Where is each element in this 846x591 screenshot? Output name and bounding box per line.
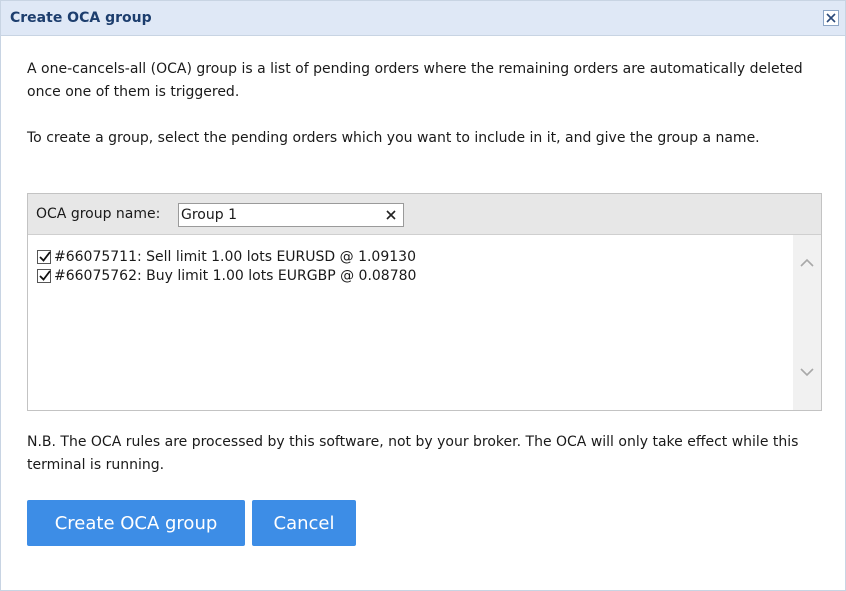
order-label: #66075762: Buy limit 1.00 lots EURGBP @ … — [54, 268, 417, 284]
list-scrollbar[interactable] — [793, 235, 821, 410]
chevron-down-icon[interactable] — [800, 367, 814, 377]
close-button[interactable] — [823, 10, 839, 26]
clear-icon[interactable] — [385, 209, 397, 221]
broker-note: N.B. The OCA rules are processed by this… — [27, 434, 799, 473]
order-label: #66075711: Sell limit 1.00 lots EURUSD @… — [54, 249, 416, 265]
create-oca-group-button[interactable]: Create OCA group — [27, 500, 245, 546]
checkmark-icon — [39, 251, 51, 262]
cancel-button[interactable]: Cancel — [252, 500, 356, 546]
dialog-titlebar: Create OCA group — [1, 1, 845, 36]
order-selection-panel: OCA group name: #66075711: Sell limit 1.… — [27, 193, 822, 411]
close-icon — [826, 13, 836, 23]
intro-text-1: A one-cancels-all (OCA) group is a list … — [27, 61, 803, 100]
create-oca-dialog: Create OCA group A one-cancels-all (OCA)… — [0, 0, 846, 591]
order-checkbox[interactable] — [37, 269, 51, 283]
panel-header: OCA group name: — [28, 194, 821, 235]
intro-text-2: To create a group, select the pending or… — [27, 130, 760, 146]
dialog-title: Create OCA group — [10, 10, 152, 26]
order-checkbox[interactable] — [37, 250, 51, 264]
oca-name-label: OCA group name: — [36, 206, 161, 222]
oca-name-input[interactable] — [181, 205, 377, 225]
oca-name-field — [178, 203, 404, 227]
checkmark-icon — [39, 270, 51, 281]
order-list: #66075711: Sell limit 1.00 lots EURUSD @… — [28, 235, 793, 410]
chevron-up-icon[interactable] — [800, 258, 814, 268]
